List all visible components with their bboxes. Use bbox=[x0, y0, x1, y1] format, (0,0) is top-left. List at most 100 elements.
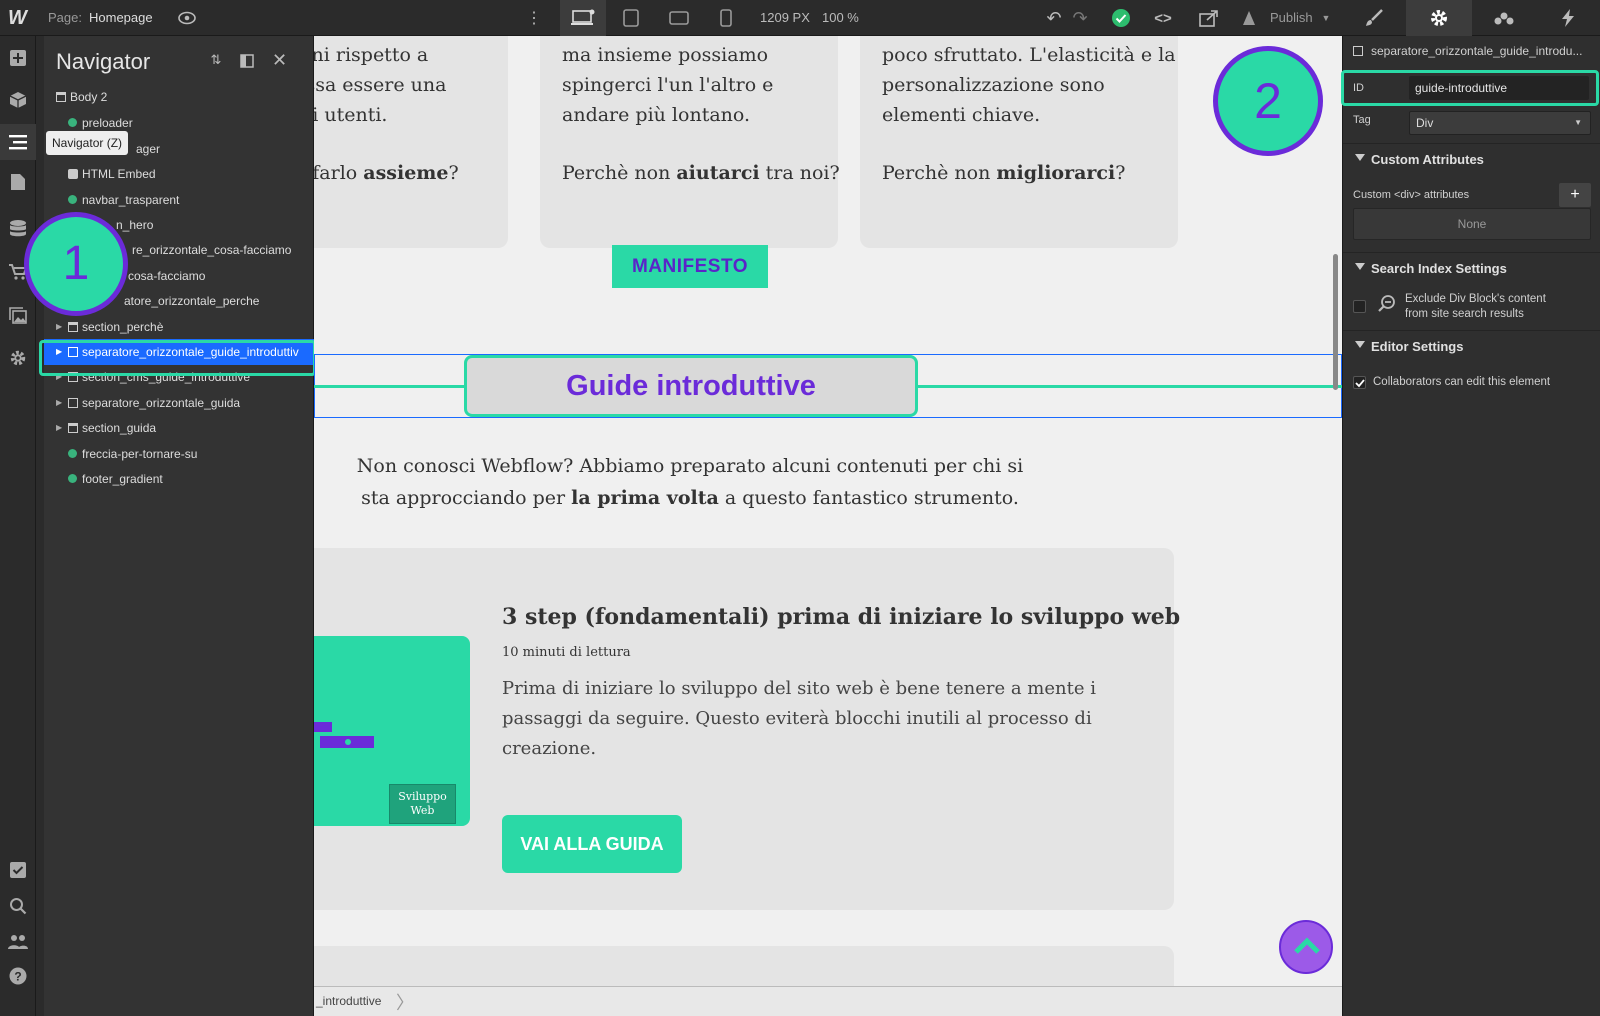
separator-title: Guide introduttive bbox=[464, 355, 918, 417]
text-span: ? bbox=[1115, 162, 1126, 184]
tree-item-label: footer_gradient bbox=[82, 472, 163, 486]
text-span: sta approcciando per bbox=[361, 487, 572, 509]
back-to-top-button[interactable] bbox=[1279, 920, 1333, 974]
tree-item-body[interactable]: Body 2 bbox=[44, 84, 314, 110]
help-icon[interactable]: ? bbox=[0, 958, 36, 994]
tree-item-separatore-guida[interactable]: ▶ separatore_orizzontale_guida bbox=[44, 390, 314, 416]
exclude-search-checkbox[interactable] bbox=[1353, 300, 1366, 313]
collaborators-checkbox[interactable] bbox=[1353, 376, 1366, 389]
add-attribute-button[interactable]: + bbox=[1559, 183, 1591, 207]
preview-eye-icon[interactable] bbox=[174, 0, 200, 36]
pages-icon[interactable] bbox=[0, 164, 36, 200]
navigator-icon[interactable] bbox=[0, 124, 36, 160]
status-check-icon[interactable] bbox=[1108, 0, 1134, 36]
text-line: ma insieme possiamo bbox=[562, 44, 769, 66]
code-icon[interactable]: <> bbox=[1148, 0, 1178, 36]
tag-label: Tag bbox=[1353, 114, 1371, 126]
export-icon[interactable] bbox=[1196, 0, 1222, 36]
assets-images-icon[interactable] bbox=[0, 298, 36, 334]
annotation-marker-1: 1 bbox=[24, 212, 128, 316]
id-input[interactable]: guide-introduttive bbox=[1409, 76, 1589, 100]
dock-panel-icon[interactable] bbox=[240, 54, 254, 73]
style-brush-icon[interactable] bbox=[1342, 0, 1406, 36]
collaborators-label: Collaborators can edit this element bbox=[1373, 376, 1551, 388]
canvas-scrollbar[interactable] bbox=[1333, 254, 1338, 390]
tree-item-label: re_orizzontale_cosa-facciamo bbox=[132, 243, 292, 257]
more-vertical-icon[interactable]: ⋮ bbox=[526, 0, 542, 36]
tablet-breakpoint-icon[interactable] bbox=[616, 0, 646, 36]
add-element-icon[interactable] bbox=[0, 40, 36, 76]
value-card-3: poco sfruttato. L'elasticità e la person… bbox=[860, 36, 1178, 248]
custom-div-attributes-label: Custom <div> attributes bbox=[1353, 189, 1470, 201]
check-icon bbox=[1355, 379, 1365, 388]
webflow-logo[interactable]: W bbox=[8, 0, 27, 36]
audit-check-icon[interactable] bbox=[0, 852, 36, 888]
text-span: Perchè non bbox=[882, 162, 997, 184]
tag-line: Sviluppo bbox=[398, 790, 447, 803]
text-line: sta approcciando per la prima volta a qu… bbox=[314, 482, 1066, 514]
undo-icon[interactable]: ↶ bbox=[1042, 0, 1066, 36]
tree-item-label: separatore_orizzontale_guida bbox=[82, 396, 241, 410]
users-icon[interactable] bbox=[0, 924, 36, 960]
expand-arrow-icon[interactable]: ▶ bbox=[56, 314, 62, 340]
tag-select[interactable]: Div ▼ bbox=[1409, 111, 1591, 135]
page-selector[interactable]: Homepage bbox=[89, 0, 153, 36]
text-line: ossa essere una bbox=[314, 74, 447, 96]
search-icon[interactable] bbox=[0, 888, 36, 924]
desktop-breakpoint-icon[interactable] bbox=[560, 0, 606, 36]
project-settings-gear-icon[interactable] bbox=[0, 340, 36, 376]
interactions-bolt-icon[interactable] bbox=[1536, 0, 1600, 36]
tree-item-label: ager bbox=[136, 142, 161, 156]
tree-item-label: section_guida bbox=[82, 421, 157, 435]
chevron-up-icon bbox=[1294, 937, 1320, 954]
div-block-icon bbox=[68, 398, 78, 408]
publish-button[interactable]: Publish bbox=[1270, 0, 1313, 36]
breadcrumb-item[interactable]: _introduttive bbox=[316, 994, 381, 1008]
element-name: separatore_orizzontale_guide_introdu... bbox=[1371, 44, 1583, 58]
zoom-readout: 100 % bbox=[822, 10, 859, 25]
editor-settings-section-header[interactable]: Editor Settings bbox=[1343, 330, 1600, 360]
mobile-landscape-icon[interactable] bbox=[664, 0, 694, 36]
text-line: personalizzazione sono bbox=[882, 74, 1105, 96]
redo-icon[interactable]: ↷ bbox=[1068, 0, 1092, 36]
style-manager-drops-icon[interactable] bbox=[1472, 0, 1536, 36]
vai-alla-guida-button[interactable]: VAI ALLA GUIDA bbox=[502, 815, 682, 873]
text-line: from site search results bbox=[1405, 308, 1524, 320]
navigator-tooltip: Navigator (Z) bbox=[46, 131, 129, 155]
tree-item-section-perche[interactable]: ▶ section_perchè bbox=[44, 314, 314, 340]
collapse-all-icon[interactable]: ⇅ bbox=[208, 52, 224, 70]
tree-item-label: section_perchè bbox=[82, 320, 164, 334]
next-guide-card bbox=[314, 946, 1174, 986]
expand-arrow-icon[interactable]: ▶ bbox=[56, 415, 62, 441]
tree-item-footer-gradient[interactable]: footer_gradient bbox=[44, 466, 314, 492]
mobile-portrait-icon[interactable] bbox=[714, 0, 738, 36]
tag-select-value: Div bbox=[1416, 116, 1434, 130]
tree-item-label: freccia-per-tornare-su bbox=[82, 447, 198, 461]
text-span: a questo fantastico strumento. bbox=[718, 487, 1019, 509]
settings-gear-icon[interactable] bbox=[1406, 0, 1472, 36]
tree-item-html-embed[interactable]: HTML Embed bbox=[44, 161, 314, 187]
section-title: Editor Settings bbox=[1371, 339, 1464, 354]
caret-down-icon bbox=[1355, 154, 1365, 161]
design-canvas: ioni rispetto a ossa essere una gli uten… bbox=[314, 36, 1342, 986]
text-line: spingerci l'un l'altro e bbox=[562, 74, 774, 96]
text-span: tra noi? bbox=[759, 162, 840, 184]
div-block-icon bbox=[1353, 46, 1363, 56]
selected-item-highlight bbox=[39, 340, 316, 376]
manifesto-button[interactable]: MANIFESTO bbox=[612, 245, 768, 288]
embed-icon bbox=[68, 169, 78, 179]
tree-item-section-guida[interactable]: ▶ section_guida bbox=[44, 415, 314, 441]
attributes-empty-state: None bbox=[1353, 208, 1591, 240]
symbols-cube-icon[interactable] bbox=[0, 82, 36, 118]
custom-attributes-section-header[interactable]: Custom Attributes bbox=[1343, 143, 1600, 173]
tree-item-navbar[interactable]: navbar_trasparent bbox=[44, 187, 314, 213]
tree-item-freccia[interactable]: freccia-per-tornare-su bbox=[44, 441, 314, 467]
top-toolbar: W Page: Homepage ⋮ 1209 PX 100 % ↶ ↷ <> bbox=[0, 0, 1600, 36]
expand-arrow-icon[interactable]: ▶ bbox=[56, 390, 62, 416]
guide-thumbnail-graphic bbox=[314, 722, 374, 748]
close-icon[interactable]: ✕ bbox=[272, 50, 287, 71]
svg-text:?: ? bbox=[14, 970, 21, 984]
guide-title[interactable]: 3 step (fondamentali) prima di iniziare … bbox=[502, 604, 1180, 630]
search-index-section-header[interactable]: Search Index Settings bbox=[1343, 252, 1600, 282]
tag-line: Web bbox=[410, 804, 435, 817]
